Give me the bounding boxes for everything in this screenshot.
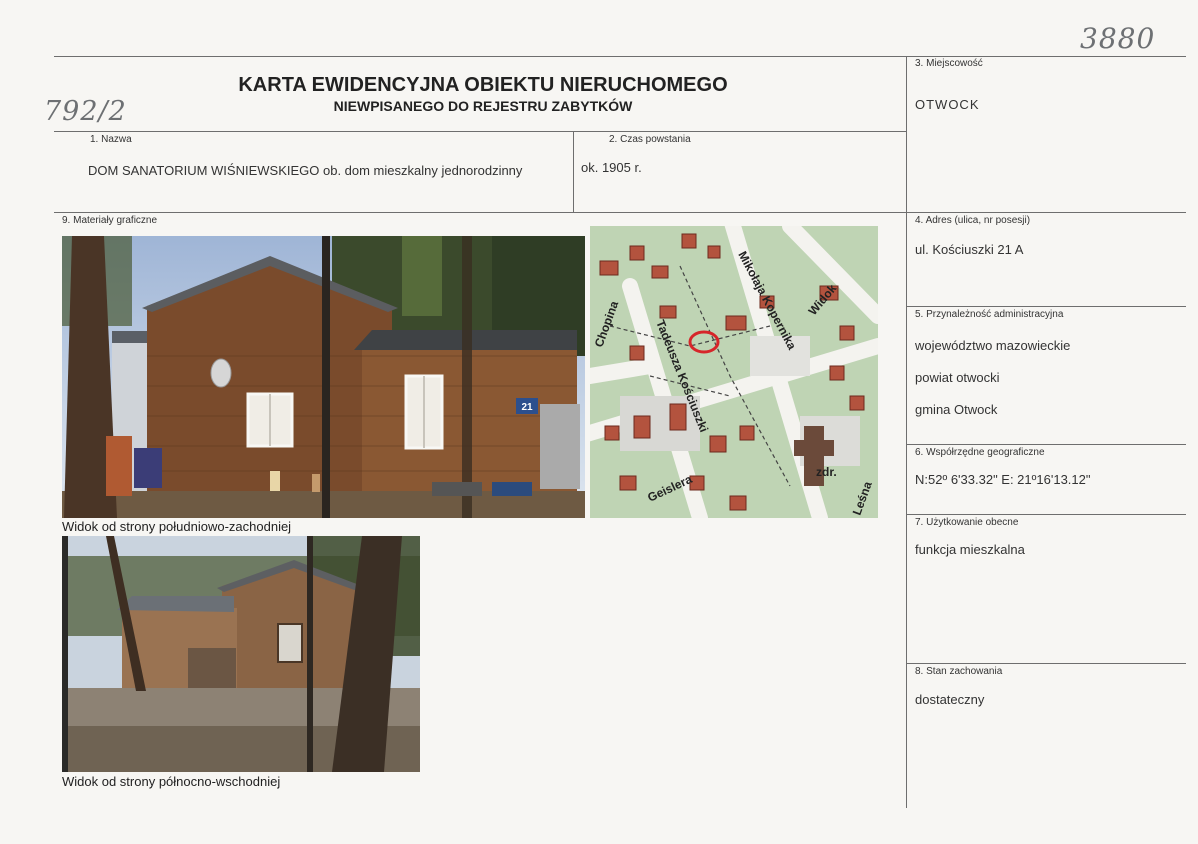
title-divider (54, 131, 906, 132)
przynaleznosc-divider (906, 444, 1186, 445)
czas-value: ok. 1905 r. (581, 160, 642, 175)
right-column-divider (906, 56, 907, 808)
materialy-label: 9. Materiały graficzne (62, 215, 158, 226)
location-map: zdr. Mikołaja Kopernika Tadeusza Kościus… (590, 226, 878, 518)
nazwa-label: 1. Nazwa (90, 134, 132, 145)
powiat-value: powiat otwocki (915, 370, 1000, 385)
stan-label: 8. Stan zachowania (915, 666, 1003, 677)
photo-southwest-caption: Widok od strony południowo-zachodniej (62, 519, 292, 534)
gmina-value: gmina Otwock (915, 402, 998, 417)
row-divider (54, 212, 1186, 213)
uzytkowanie-divider (906, 663, 1186, 664)
adres-divider (906, 306, 1186, 307)
photo-southwest: 21 (62, 236, 585, 518)
nazwa-czas-divider (573, 131, 574, 212)
czas-label: 2. Czas powstania (609, 134, 691, 145)
card-subtitle: NIEWPISANEGO DO REJESTRU ZABYTKÓW (333, 98, 633, 114)
uzytkowanie-label: 7. Użytkowanie obecne (915, 517, 1019, 528)
nazwa-value: DOM SANATORIUM WIŚNIEWSKIEGO ob. dom mie… (88, 163, 523, 178)
adres-label: 4. Adres (ulica, nr posesji) (915, 215, 1031, 226)
photo-northeast (62, 536, 420, 772)
przynaleznosc-label: 5. Przynależność administracyjna (915, 309, 1064, 320)
miejscowosc-label: 3. Miejscowość (915, 58, 983, 69)
top-border (54, 56, 1186, 57)
stan-value: dostateczny (915, 692, 985, 707)
uzytkowanie-value: funkcja mieszkalna (915, 542, 1025, 557)
inventory-number: 3880 (1080, 22, 1156, 55)
adres-value: ul. Kościuszki 21 A (915, 242, 1024, 257)
miejscowosc-value: OTWOCK (915, 97, 980, 112)
wojewodztwo-value: województwo mazowieckie (915, 338, 1071, 353)
photo-northeast-caption: Widok od strony północno-wschodniej (62, 774, 281, 789)
wspolrzedne-divider (906, 514, 1186, 515)
wspolrzedne-value: N:52º 6'33.32" E: 21º16'13.12" (915, 472, 1091, 487)
map-label-zdr: zdr. (816, 465, 837, 479)
house-number-plate: 21 (521, 402, 533, 413)
wspolrzedne-label: 6. Współrzędne geograficzne (915, 447, 1045, 458)
record-card: 3880 792/2 KARTA EWIDENCYJNA OBIEKTU NIE… (0, 0, 1198, 844)
card-title: KARTA EWIDENCYJNA OBIEKTU NIERUCHOMEGO (238, 74, 728, 96)
